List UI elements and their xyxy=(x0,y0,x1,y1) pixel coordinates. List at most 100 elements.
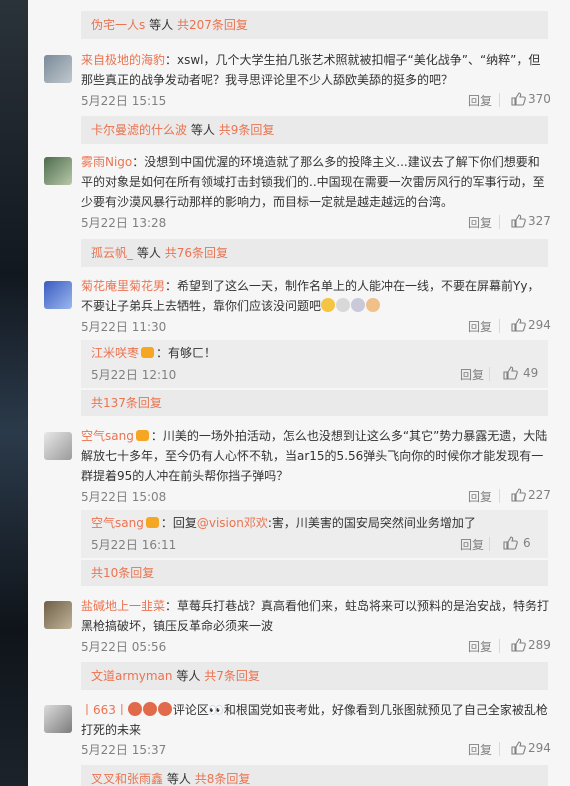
mention-link[interactable]: @vision邓欢 xyxy=(197,516,268,530)
nested-reply-user[interactable]: 空气sang xyxy=(91,516,144,530)
sub-reply-user[interactable]: 伪宅一人s xyxy=(91,18,145,32)
reply-button[interactable]: 回复 xyxy=(460,366,484,383)
divider xyxy=(489,367,490,381)
nested-reply-text: 空气sang ：回复@vision邓欢:害，川美害的国安局突然间业务增加了 xyxy=(91,513,541,533)
emoji-icon xyxy=(142,702,157,716)
comment-text: 空气sang ：川美的一场外拍活动，怎么也没想到让这么多“其它”势力暴露无遗，大陆… xyxy=(81,426,551,486)
sub-reply-mid: 等人 xyxy=(190,123,215,137)
sub-reply-user[interactable]: 文道armyman xyxy=(91,669,173,683)
sub-replies-bar[interactable]: 孤云帆_ 等人 共76条回复 xyxy=(81,239,548,267)
comment-date: 5月22日 15:37 xyxy=(81,743,167,757)
comment-user[interactable]: 来自极地的海豹 xyxy=(81,53,165,67)
nested-reply-date: 5月22日 12:10 xyxy=(91,368,177,382)
like-count: 6 xyxy=(523,536,531,550)
thumbs-up-icon[interactable] xyxy=(510,91,526,107)
sub-reply-count[interactable]: 共76条回复 xyxy=(165,246,228,260)
emoji-icon xyxy=(157,702,172,716)
comment-date: 5月22日 15:08 xyxy=(81,490,167,504)
more-replies-link[interactable]: 共10条回复 xyxy=(81,560,548,586)
comment-list: 伪宅一人s 等人 共207条回复 来自极地的海豹：xswl，几个大学生拍几张艺术… xyxy=(28,0,570,786)
comment-body: ：没想到中国优渥的环境造就了那么多的投降主义...建议去了解下你们想要和平的对象… xyxy=(81,155,545,209)
reply-button[interactable]: 回复 xyxy=(468,214,492,231)
divider xyxy=(489,537,490,551)
sub-reply-user[interactable]: 卡尔曼滤的什么波 xyxy=(91,123,187,137)
comment-user[interactable]: 空气sang xyxy=(81,429,134,443)
comment-user[interactable]: 盐碱地上一韭菜 xyxy=(81,599,165,613)
thumbs-up-icon[interactable] xyxy=(510,487,526,503)
nested-reply-text: 江米咲枣 ：有够ㄈ！ xyxy=(91,343,541,363)
user-avatar[interactable] xyxy=(44,432,72,460)
comment-body: ：川美的一场外拍活动，怎么也没想到让这么多“其它”势力暴露无遗，大陆解放七十多年… xyxy=(81,429,548,483)
sub-reply-mid: 等人 xyxy=(166,772,191,786)
sub-replies-bar[interactable]: 叉叉和张雨鑫 等人 共8条回复 xyxy=(81,765,548,786)
emoji-icon xyxy=(321,298,336,312)
sub-reply-count[interactable]: 共9条回复 xyxy=(219,123,275,137)
comment-user[interactable]: 雾雨Nigo xyxy=(81,155,132,169)
like-count: 49 xyxy=(523,366,539,380)
thumbs-up-icon[interactable] xyxy=(510,317,526,333)
divider xyxy=(499,93,500,107)
like-count: 289 xyxy=(528,638,551,652)
sub-reply-count[interactable]: 共207条回复 xyxy=(177,18,248,32)
comment-date: 5月22日 15:15 xyxy=(81,94,167,108)
emoji-icon xyxy=(366,298,381,312)
thumbs-up-icon[interactable] xyxy=(510,740,526,756)
comment-text: 丨663丨 评论区👀和根国党如丧考妣，好像看到几张图就预见了自己全家被乱枪打死的未… xyxy=(81,700,551,740)
vip-badge-icon xyxy=(145,517,159,528)
user-avatar[interactable] xyxy=(44,157,72,185)
sub-replies-bar[interactable]: 伪宅一人s 等人 共207条回复 xyxy=(81,11,548,39)
more-replies-link[interactable]: 共137条回复 xyxy=(81,390,548,416)
comment-text: 雾雨Nigo：没想到中国优渥的环境造就了那么多的投降主义...建议去了解下你们想… xyxy=(81,152,551,212)
nested-reply-date: 5月22日 16:11 xyxy=(91,538,177,552)
comment-user[interactable]: 丨663丨 xyxy=(81,703,128,717)
comment-date: 5月22日 11:30 xyxy=(81,320,167,334)
sub-reply-mid: 等人 xyxy=(136,246,161,260)
thumbs-up-icon[interactable] xyxy=(502,365,518,381)
sub-replies-bar[interactable]: 文道armyman 等人 共7条回复 xyxy=(81,662,548,690)
reply-button[interactable]: 回复 xyxy=(468,741,492,758)
sub-reply-mid: 等人 xyxy=(176,669,201,683)
like-count: 294 xyxy=(528,318,551,332)
sub-reply-mid: 等人 xyxy=(149,18,174,32)
divider xyxy=(499,742,500,756)
vip-badge-icon xyxy=(135,430,149,441)
reply-button[interactable]: 回复 xyxy=(468,488,492,505)
user-avatar[interactable] xyxy=(44,601,72,629)
sub-reply-user[interactable]: 叉叉和张雨鑫 xyxy=(91,772,163,786)
comment-date: 5月22日 05:56 xyxy=(81,640,167,654)
sub-replies-bar[interactable]: 卡尔曼滤的什么波 等人 共9条回复 xyxy=(81,116,548,144)
comment-text: 来自极地的海豹：xswl，几个大学生拍几张艺术照就被扣帽子“美化战争”、“纳粹”… xyxy=(81,50,551,90)
user-avatar[interactable] xyxy=(44,705,72,733)
like-count: 370 xyxy=(528,92,551,106)
nested-reply-user[interactable]: 江米咲枣 xyxy=(91,346,139,360)
comment-user[interactable]: 菊花庵里菊花男 xyxy=(81,279,165,293)
divider xyxy=(499,215,500,229)
reply-button[interactable]: 回复 xyxy=(468,92,492,109)
like-count: 294 xyxy=(528,741,551,755)
reply-button[interactable]: 回复 xyxy=(468,638,492,655)
nested-reply-prefix: ：回复 xyxy=(160,516,197,530)
divider xyxy=(499,319,500,333)
divider xyxy=(499,639,500,653)
vip-badge-icon xyxy=(141,347,155,358)
user-avatar[interactable] xyxy=(44,55,72,83)
thumbs-up-icon[interactable] xyxy=(510,213,526,229)
user-avatar[interactable] xyxy=(44,281,72,309)
comment-text: 菊花庵里菊花男：希望到了这么一天，制作名单上的人能冲在一线，不要在屏幕前Yy，不… xyxy=(81,276,551,316)
thumbs-up-icon[interactable] xyxy=(502,535,518,551)
thumbs-up-icon[interactable] xyxy=(510,637,526,653)
nested-reply-body: ：有够ㄈ！ xyxy=(156,346,217,360)
comment-date: 5月22日 13:28 xyxy=(81,216,167,230)
nested-reply-body: :害，川美害的国安局突然间业务增加了 xyxy=(267,516,476,530)
reply-button[interactable]: 回复 xyxy=(460,536,484,553)
like-count: 327 xyxy=(528,214,551,228)
sub-reply-count[interactable]: 共8条回复 xyxy=(195,772,251,786)
sub-reply-user[interactable]: 孤云帆_ xyxy=(91,246,133,260)
emoji-icon xyxy=(127,702,142,716)
reply-button[interactable]: 回复 xyxy=(468,318,492,335)
emoji-icon xyxy=(351,298,366,312)
sub-reply-count[interactable]: 共7条回复 xyxy=(204,669,260,683)
comment-text: 盐碱地上一韭菜：草莓兵打巷战？真高看他们来，蛀岛将来可以预料的是治安战，特务打黑… xyxy=(81,596,551,636)
background-image xyxy=(0,0,28,786)
emoji-icon xyxy=(336,298,351,312)
